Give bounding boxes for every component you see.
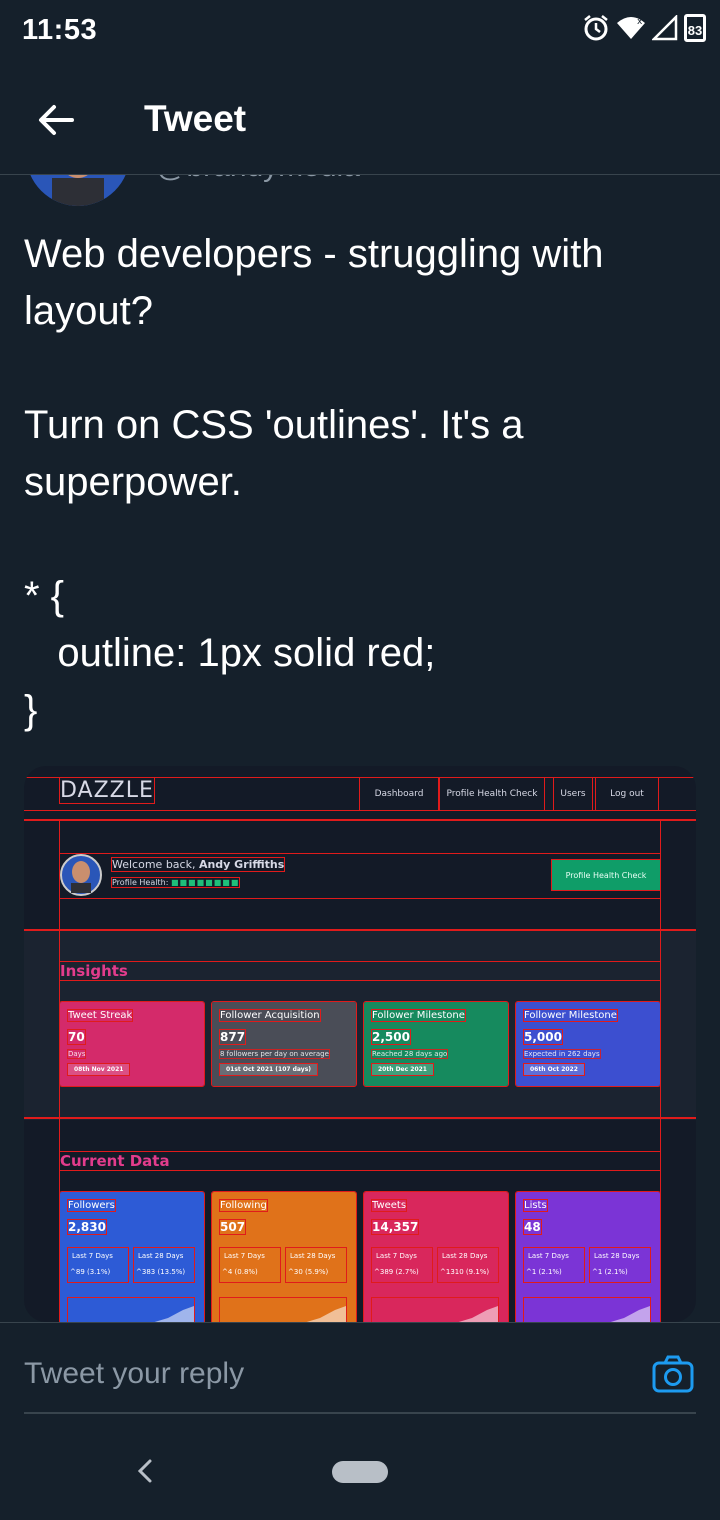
mock-current-card: Following 507 Last 7 Days ^4 (0.8%) Last 28 … [211,1191,357,1322]
mock-insight-card: Tweet Streak 70 Days 08th Nov 2021 [59,1001,205,1087]
mock-period-value: ^4 (0.8%) [222,1268,258,1276]
mock-insight-title: Follower Acquisition [219,1009,321,1022]
mock-insight-sub: Reached 28 days ago [370,1049,449,1059]
mock-current-value: 2,830 [67,1219,107,1235]
mock-period-value: ^389 (2.7%) [374,1268,419,1276]
status-bar: 11:53 x 83 [0,0,720,64]
mock-current-title: Tweets [370,1199,408,1212]
mock-period-label: Last 28 Days [138,1252,184,1260]
mock-insight-value: 70 [67,1029,86,1045]
alarm-icon [584,15,608,41]
mock-period-label: Last 7 Days [376,1252,417,1260]
mock-period-box: Last 28 Days ^1310 (9.1%) [437,1247,499,1283]
mock-current-title: Following [219,1199,268,1212]
mock-period-box: Last 7 Days ^4 (0.8%) [219,1247,281,1283]
mock-period-label: Last 7 Days [528,1252,569,1260]
tweet-image[interactable]: DAZZLE Dashboard Profile Health Check Us… [24,766,696,1322]
battery-icon: 83 [684,14,706,42]
mock-period-label: Last 28 Days [442,1252,488,1260]
mock-current-title: Lists [523,1199,548,1212]
reply-input[interactable]: Tweet your reply [24,1357,244,1391]
reply-bar: Tweet your reply [0,1322,720,1415]
mock-insights-title: Insights [59,961,661,981]
mock-period-label: Last 7 Days [72,1252,113,1260]
nav-back-icon[interactable] [134,1458,156,1484]
mock-insight-title: Follower Milestone [523,1009,618,1022]
mock-insight-date: 08th Nov 2021 [66,1063,131,1076]
mock-insight-card: Follower Milestone 5,000 Expected in 262 d… [515,1001,661,1087]
mock-insight-sub: Expected in 262 days [523,1049,601,1059]
mock-period-value: ^383 (13.5%) [136,1268,186,1276]
mock-period-value: ^1 (2.1%) [592,1268,628,1276]
mock-period-box: Last 28 Days ^30 (5.9%) [285,1247,347,1283]
nav-home-pill[interactable] [332,1461,388,1483]
signal-icon [652,15,678,41]
mock-insight-value: 5,000 [523,1029,563,1045]
mock-period-box: Last 7 Days ^89 (3.1%) [67,1247,129,1283]
mock-period-box: Last 28 Days ^1 (2.1%) [589,1247,651,1283]
svg-text:x: x [637,17,643,27]
mock-sparkline [67,1297,195,1322]
mock-period-value: ^1 (2.1%) [526,1268,562,1276]
mock-period-box: Last 28 Days ^383 (13.5%) [133,1247,195,1283]
mock-insight-date: 20th Dec 2021 [371,1063,434,1076]
mock-insight-card: Follower Milestone 2,500 Reached 28 days a… [363,1001,509,1087]
mock-period-value: ^30 (5.9%) [288,1268,329,1276]
back-arrow-icon[interactable] [36,100,76,140]
mock-insight-title: Follower Milestone [371,1009,466,1022]
mock-period-label: Last 7 Days [224,1252,265,1260]
status-icons: x 83 [582,14,706,42]
mock-current-card: Followers 2,830 Last 7 Days ^89 (3.1%) Last … [59,1191,205,1322]
mock-sparkline [371,1297,499,1322]
mock-insight-sub: Days [66,1049,87,1059]
mock-current-card: Lists 48 Last 7 Days ^1 (2.1%) Last 28 Days ^… [515,1191,661,1322]
mock-insight-value: 2,500 [371,1029,411,1045]
camera-icon[interactable] [652,1355,694,1393]
page-title: Tweet [144,98,247,139]
wifi-icon: x [617,17,645,39]
top-app-bar: Tweet [0,64,720,175]
mock-period-box: Last 7 Days ^1 (2.1%) [523,1247,585,1283]
mock-period-value: ^1310 (9.1%) [440,1268,490,1276]
mock-nav-dashboard: Dashboard [359,777,439,811]
mock-insight-date: 06th Oct 2022 [523,1063,585,1076]
mock-current-value: 14,357 [370,1219,420,1235]
mock-sparkline [219,1297,347,1322]
status-time: 11:53 [22,14,98,46]
mock-period-label: Last 28 Days [594,1252,640,1260]
mock-logo: DAZZLE [59,777,155,804]
mock-period-value: ^89 (3.1%) [70,1268,111,1276]
mock-period-label: Last 28 Days [290,1252,336,1260]
mock-insight-value: 877 [218,1029,247,1045]
mock-current-title: Followers [67,1199,116,1212]
mock-current-value: 507 [218,1219,247,1235]
mock-period-box: Last 7 Days ^389 (2.7%) [371,1247,433,1283]
mock-insight-card: Follower Acquisition 877 8 followers per d… [211,1001,357,1087]
mock-insight-title: Tweet Streak [66,1009,134,1022]
mock-nav-users: Users [553,777,593,811]
mock-current-card: Tweets 14,357 Last 7 Days ^389 (2.7%) Last 2… [363,1191,509,1322]
mock-nav-health: Profile Health Check [439,777,545,811]
mock-current-title: Current Data [59,1151,661,1171]
mock-sparkline [523,1297,651,1322]
tweet-text: Web developers - struggling with layout?… [24,232,604,732]
mock-insight-sub: 8 followers per day on average [219,1049,330,1059]
mock-current-value: 48 [523,1219,542,1235]
mock-nav-logout: Log out [595,777,659,811]
mock-insight-date: 01st Oct 2021 (107 days) [218,1063,319,1076]
